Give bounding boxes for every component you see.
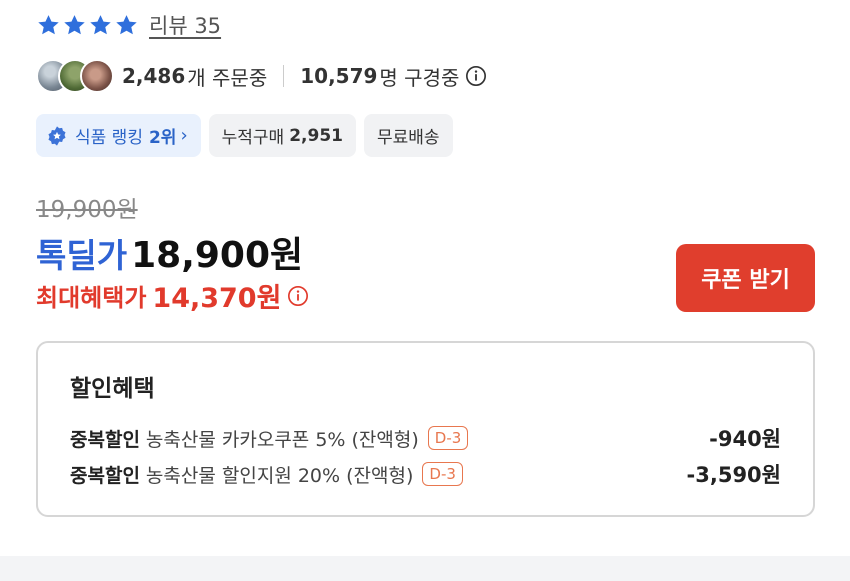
section-divider-band — [0, 556, 850, 581]
avatar — [80, 59, 114, 93]
benefit-amount: -940원 — [709, 427, 781, 451]
ranking-chip[interactable]: 식품 랭킹 2위 › — [36, 114, 201, 157]
benefit-type: 중복할인 — [70, 464, 140, 487]
free-shipping-label: 무료배송 — [376, 128, 440, 148]
star-icon — [90, 14, 111, 34]
ranking-badge-icon — [48, 125, 66, 146]
discount-benefits-box: 할인혜택 중복할인 농축산물 카카오쿠폰 5% (잔액형) D-3 -940원 … — [36, 341, 815, 517]
ranking-label: 식품 랭킹 — [75, 128, 143, 148]
benefit-description: 농축산물 할인지원 20% (잔액형) — [145, 464, 414, 487]
free-shipping-chip: 무료배송 — [363, 114, 453, 157]
benefit-description: 농축산물 카카오쿠폰 5% (잔액형) — [145, 428, 419, 451]
order-count-label: 개 주문중 — [187, 65, 268, 90]
info-icon[interactable] — [287, 285, 309, 307]
chevron-right-icon: › — [180, 125, 188, 146]
buyer-avatars — [36, 59, 114, 93]
star-icon — [38, 14, 59, 34]
get-coupon-button[interactable]: 쿠폰 받기 — [676, 244, 815, 312]
max-benefit-label: 최대혜택가 — [36, 284, 147, 312]
star-icon — [116, 14, 137, 34]
deal-price-row: 톡딜가 18,900원 — [36, 226, 303, 278]
cumulative-value: 2,951 — [289, 125, 343, 146]
info-icon[interactable] — [465, 65, 487, 87]
viewer-count: 10,579 — [300, 64, 378, 88]
max-benefit-row: 최대혜택가 14,370원 — [36, 276, 309, 315]
benefit-row: 중복할인 농축산물 할인지원 20% (잔액형) D-3 -3,590원 — [70, 457, 781, 491]
review-count-link[interactable]: 리뷰 35 — [149, 10, 221, 40]
max-benefit-price: 14,370원 — [152, 283, 282, 314]
social-stats: 2,486 개 주문중 10,579 명 구경중 — [36, 58, 487, 94]
benefit-row: 중복할인 농축산물 카카오쿠폰 5% (잔액형) D-3 -940원 — [70, 421, 781, 455]
deal-price-label: 톡딜가 — [36, 236, 128, 275]
order-count: 2,486 — [122, 64, 186, 88]
star-icon — [64, 14, 85, 34]
cumulative-label: 누적구매 — [221, 128, 285, 148]
benefits-title: 할인혜택 — [70, 376, 155, 402]
deal-price: 18,900원 — [131, 235, 304, 276]
star-rating — [36, 13, 139, 38]
d-day-badge: D-3 — [422, 462, 463, 486]
product-chips: 식품 랭킹 2위 › 누적구매 2,951 무료배송 — [36, 114, 453, 157]
benefit-amount: -3,590원 — [686, 463, 781, 487]
divider — [283, 65, 285, 87]
d-day-badge: D-3 — [427, 426, 469, 450]
viewer-count-label: 명 구경중 — [379, 65, 460, 90]
benefit-type: 중복할인 — [70, 428, 140, 451]
original-price: 19,900원 — [36, 197, 138, 223]
rating-row: 리뷰 35 — [36, 8, 221, 42]
ranking-value: 2위 — [148, 128, 177, 148]
cumulative-purchase-chip: 누적구매 2,951 — [208, 114, 356, 157]
